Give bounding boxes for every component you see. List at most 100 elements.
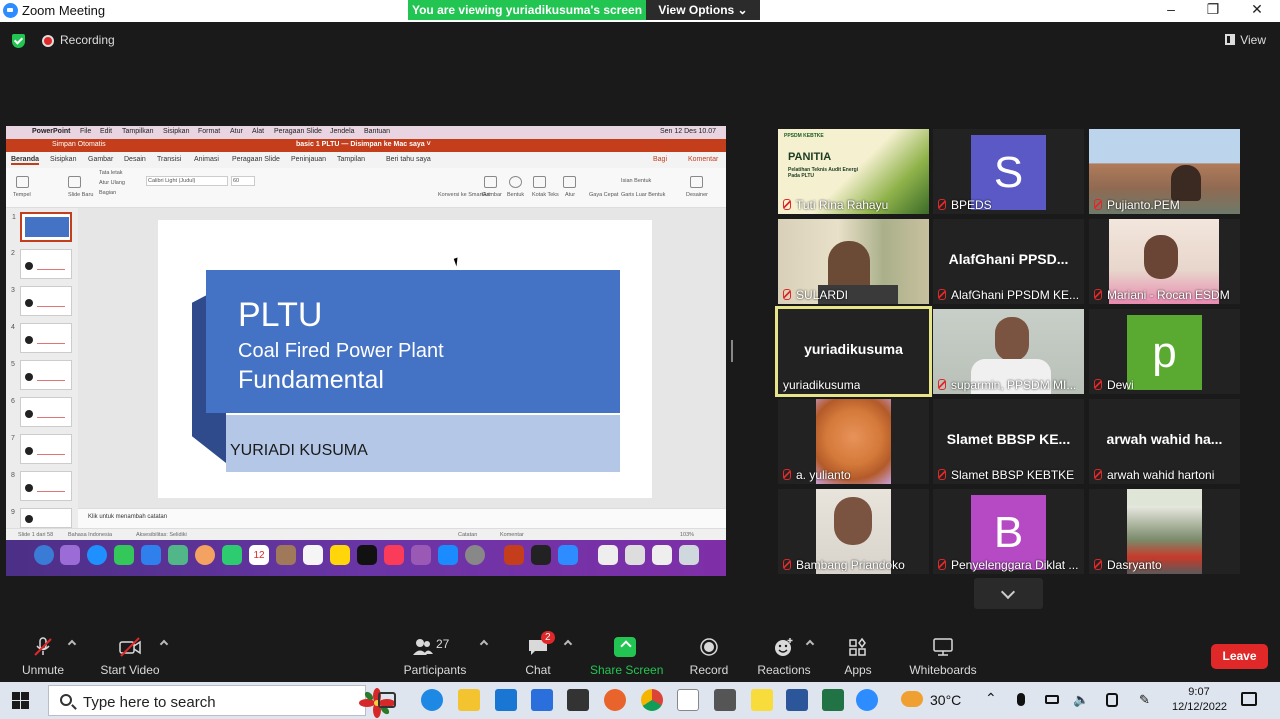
meet-now-icon[interactable] xyxy=(1106,693,1118,707)
printer-icon[interactable] xyxy=(714,689,736,711)
notepad-icon[interactable] xyxy=(677,689,699,711)
word-icon[interactable] xyxy=(786,689,808,711)
record-button[interactable]: Record xyxy=(686,629,732,677)
participant-name-text: SULARDI xyxy=(796,288,849,302)
share-screen-arrow-icon xyxy=(614,637,636,657)
file-explorer-icon[interactable] xyxy=(458,689,480,711)
video-tile-tuti[interactable]: PPSDM KEBTKE PANITIA Pelatihan Teknis Au… xyxy=(778,129,929,214)
poster-title: PANITIA xyxy=(788,151,832,163)
video-tile-yulianto[interactable]: a. yulianto xyxy=(778,399,929,484)
task-view-icon[interactable] xyxy=(378,692,396,708)
mail-app-icon[interactable] xyxy=(495,689,517,711)
video-tile-slamet[interactable]: Slamet BBSP KE... Slamet BBSP KEBTKE xyxy=(933,399,1084,484)
video-tile-sulardi[interactable]: SULARDI xyxy=(778,219,929,304)
participant-name: SULARDI xyxy=(783,288,848,302)
participants-options-chevron-icon[interactable] xyxy=(479,639,489,649)
designer-icon xyxy=(690,176,703,188)
accessibility: Aksesibilitas: Selidiki xyxy=(136,532,187,538)
video-tile-arwah[interactable]: arwah wahid ha... arwah wahid hartoni xyxy=(1089,399,1240,484)
leave-button[interactable]: Leave xyxy=(1211,644,1268,669)
video-tile-dasryanto[interactable]: Dasryanto xyxy=(1089,489,1240,574)
reactions-button[interactable]: Reactions xyxy=(754,629,814,677)
security-shield-icon[interactable] xyxy=(12,34,25,48)
music-icon xyxy=(384,545,404,565)
video-tile-yuriadikusuma[interactable]: yuriadikusuma yuriadikusuma xyxy=(775,306,932,397)
video-tile-suparmin[interactable]: suparmin, PPSDM MI... xyxy=(933,309,1084,394)
whiteboards-button[interactable]: Whiteboards xyxy=(906,629,980,677)
start-video-button[interactable]: Start Video xyxy=(98,629,162,677)
tray-chevron-up-icon[interactable]: ⌃ xyxy=(985,690,997,707)
slide-thumbnail: 1 xyxy=(12,212,72,242)
thumb-preview xyxy=(37,478,65,492)
participant-name: suparmin, PPSDM MI... xyxy=(938,378,1076,392)
thumb-dot xyxy=(25,410,33,418)
windows-start-icon[interactable] xyxy=(12,692,29,709)
pen-icon[interactable]: ✎ xyxy=(1139,692,1150,708)
participants-button[interactable]: 27 Participants xyxy=(400,629,470,677)
chrome-icon[interactable] xyxy=(641,689,663,711)
clock-date: 12/12/2022 xyxy=(1172,701,1228,713)
poster-org: PPSDM KEBTKE xyxy=(784,133,824,139)
sticky-notes-icon[interactable] xyxy=(751,689,773,711)
thumb-number: 1 xyxy=(12,214,16,221)
next-page-chevron-down-icon[interactable] xyxy=(974,578,1043,609)
edge-icon[interactable] xyxy=(421,689,443,711)
slide-thumbnail: 8 xyxy=(11,471,72,501)
battery-icon[interactable] xyxy=(1045,695,1059,704)
document-icon xyxy=(598,545,618,565)
temperature: 30°C xyxy=(930,692,962,708)
arrange-icon xyxy=(563,176,576,188)
excel-icon[interactable] xyxy=(822,689,844,711)
share-screen-button[interactable]: Share Screen xyxy=(590,629,663,677)
system-preferences-icon xyxy=(465,545,485,565)
ppt-statusbar: Slide 1 dari 58 Bahasa Indonesia Aksesib… xyxy=(6,528,726,540)
zoom-taskbar-icon[interactable] xyxy=(856,689,878,711)
video-tile-alafghani[interactable]: AlafGhani PPSD... AlafGhani PPSDM KE... xyxy=(933,219,1084,304)
slide-thumbnail: 6 xyxy=(11,397,72,427)
close-button[interactable]: ✕ xyxy=(1242,1,1272,18)
view-options-button[interactable]: View Options ⌄ xyxy=(646,0,760,20)
mac-dock: 12 xyxy=(6,540,726,576)
thumb-number: 5 xyxy=(11,361,15,368)
windows-taskbar: Type here to search 30°C ⌃ 🔈 ✎ 9:07 12/1… xyxy=(0,682,1280,719)
firefox-icon[interactable] xyxy=(604,689,626,711)
chat-options-chevron-icon[interactable] xyxy=(563,639,573,649)
video-tile-pujianto[interactable]: Pujianto.PEM xyxy=(1089,129,1240,214)
participant-display-name: yuriadikusuma xyxy=(804,341,903,357)
minimize-button[interactable]: – xyxy=(1156,1,1186,17)
audio-options-chevron-icon[interactable] xyxy=(67,639,77,649)
store-icon[interactable] xyxy=(531,689,553,711)
viewing-screen-banner: You are viewing yuriadikusuma's screen xyxy=(408,0,646,20)
clock-time: 9:07 xyxy=(1188,686,1210,698)
mic-muted-icon xyxy=(1094,379,1102,390)
video-tile-bambang[interactable]: Bambang Priandoko xyxy=(778,489,929,574)
view-button[interactable]: View xyxy=(1225,33,1266,47)
video-tile-bpeds[interactable]: S BPEDS xyxy=(933,129,1084,214)
apps-label: Apps xyxy=(844,663,872,677)
apps-button[interactable]: Apps xyxy=(838,629,878,677)
share-label: Bagi xyxy=(653,156,668,163)
ribbon-label: Tata letak xyxy=(99,170,123,176)
taskbar-search-box[interactable]: Type here to search xyxy=(48,685,395,718)
notes-pane: Klik untuk menambah catatan xyxy=(78,508,726,528)
video-tile-penyelenggara[interactable]: B Penyelenggara Diklat ... xyxy=(933,489,1084,574)
slide-thumbnail: 7 xyxy=(11,434,72,464)
video-tile-dewi[interactable]: p Dewi xyxy=(1089,309,1240,394)
unmute-button[interactable]: Unmute xyxy=(18,629,68,677)
video-tile-mariani[interactable]: Mariani - Rocan ESDM xyxy=(1089,219,1240,304)
slide-subtitle-2: Fundamental xyxy=(238,366,384,394)
chat-button[interactable]: 2 Chat xyxy=(518,629,558,677)
restore-button[interactable]: ❐ xyxy=(1198,1,1228,18)
taskbar-clock[interactable]: 9:07 12/12/2022 xyxy=(1172,685,1228,715)
volume-icon[interactable]: 🔈 xyxy=(1073,692,1089,708)
screenshot-tool-icon[interactable] xyxy=(567,689,589,711)
split-resize-handle[interactable] xyxy=(731,340,733,362)
notifications-icon[interactable] xyxy=(1241,692,1257,706)
person-silhouette xyxy=(995,317,1029,361)
slide-count: Slide 1 dari 58 xyxy=(18,532,54,538)
comments-toggle: Komentar xyxy=(500,532,524,538)
mac-menu-item: Edit xyxy=(100,128,113,135)
microphone-tray-icon[interactable] xyxy=(1017,693,1025,706)
participant-name-text: a. yulianto xyxy=(796,468,851,482)
thumb-dot xyxy=(25,484,33,492)
